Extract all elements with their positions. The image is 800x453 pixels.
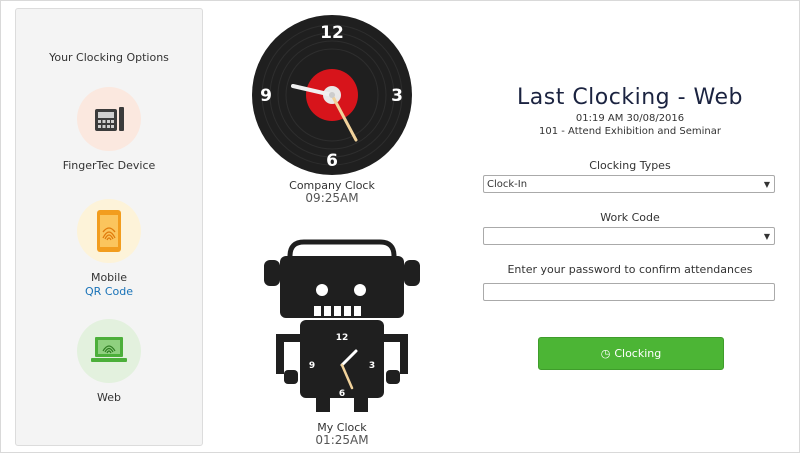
last-clocking-event: 101 - Attend Exhibition and Seminar bbox=[539, 126, 721, 137]
clocking-types-select[interactable]: Clock-In ▼ bbox=[483, 175, 775, 193]
clocking-types-value: Clock-In bbox=[487, 179, 528, 190]
option-web[interactable]: Web bbox=[16, 319, 202, 405]
robot-number-12: 12 bbox=[336, 333, 349, 343]
qr-code-link[interactable]: QR Code bbox=[16, 285, 202, 299]
password-input[interactable] bbox=[483, 282, 775, 301]
caret-down-icon: ▼ bbox=[763, 232, 770, 241]
clock-number-12: 12 bbox=[320, 23, 344, 43]
clocking-types-label: Clocking Types bbox=[589, 159, 671, 172]
last-clocking-datetime: 01:19 AM 30/08/2016 bbox=[575, 113, 685, 124]
clocking-button[interactable]: ◷ Clocking bbox=[538, 337, 724, 370]
my-clock: 12 3 6 9 My Clock 01:25AM bbox=[262, 238, 422, 447]
caret-down-icon: ▼ bbox=[763, 180, 770, 189]
option-label: Web bbox=[97, 391, 121, 404]
clock-icon: ◷ bbox=[600, 347, 611, 360]
last-clocking-title: Last Clocking - Web bbox=[517, 85, 743, 110]
robot-number-6: 6 bbox=[339, 389, 345, 399]
robot-number-9: 9 bbox=[309, 361, 315, 371]
laptop-fingerprint-icon bbox=[77, 319, 141, 383]
robot-number-3: 3 bbox=[369, 361, 375, 371]
work-code-select[interactable]: ▼ bbox=[483, 227, 775, 245]
option-fingertec-device[interactable]: FingerTec Device bbox=[16, 87, 202, 173]
clock-number-6: 6 bbox=[326, 151, 338, 171]
mobile-fingerprint-icon bbox=[77, 199, 141, 263]
option-label: FingerTec Device bbox=[62, 159, 156, 172]
options-title: Your Clocking Options bbox=[49, 51, 169, 64]
clocking-button-label: Clocking bbox=[614, 347, 662, 360]
clocking-form: Last Clocking - Web 01:19 AM 30/08/2016 … bbox=[480, 85, 780, 370]
work-code-label: Work Code bbox=[600, 211, 660, 224]
option-label: Mobile bbox=[90, 271, 128, 284]
password-label: Enter your password to confirm attendanc… bbox=[507, 263, 753, 276]
company-clock-time: 09:25AM bbox=[305, 191, 359, 205]
company-clock: 12 3 6 9 Company Clock 09:25AM bbox=[251, 14, 413, 205]
fingerprint-terminal-icon bbox=[77, 87, 141, 151]
clock-number-3: 3 bbox=[391, 86, 403, 106]
option-mobile-qr[interactable]: Mobile QR Code bbox=[16, 199, 202, 299]
my-clock-time: 01:25AM bbox=[315, 433, 369, 447]
vinyl-clock-face: 12 3 6 9 bbox=[252, 15, 412, 175]
robot-clock-icon: 12 3 6 9 bbox=[264, 239, 420, 412]
clock-number-9: 9 bbox=[260, 86, 272, 106]
clocking-options-panel: Your Clocking Options FingerTec Device M… bbox=[15, 8, 203, 446]
